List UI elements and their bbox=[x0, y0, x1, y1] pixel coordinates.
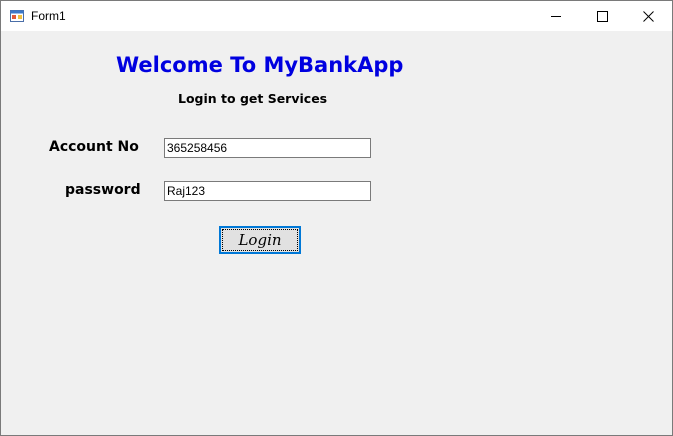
minimize-button[interactable] bbox=[533, 1, 579, 31]
minimize-icon bbox=[550, 15, 561, 17]
password-input[interactable] bbox=[164, 181, 371, 201]
login-button-label: Login bbox=[238, 231, 282, 249]
maximize-button[interactable] bbox=[579, 1, 625, 31]
close-button[interactable] bbox=[625, 1, 671, 31]
form-app-icon bbox=[10, 10, 24, 22]
login-subtitle: Login to get Services bbox=[178, 91, 328, 106]
form1-window: Form1 Welcome To MyBankApp Login to get … bbox=[0, 0, 673, 436]
welcome-heading: Welcome To MyBankApp bbox=[116, 53, 404, 77]
login-button[interactable]: Login bbox=[219, 226, 301, 254]
form-client-area: Welcome To MyBankApp Login to get Servic… bbox=[1, 31, 672, 435]
password-label: password bbox=[65, 182, 141, 198]
account-no-label: Account No bbox=[49, 139, 139, 155]
window-title: Form1 bbox=[31, 9, 66, 23]
title-bar[interactable]: Form1 bbox=[1, 1, 672, 31]
maximize-icon bbox=[596, 10, 608, 22]
close-icon bbox=[642, 10, 654, 22]
account-no-input[interactable] bbox=[164, 138, 371, 158]
